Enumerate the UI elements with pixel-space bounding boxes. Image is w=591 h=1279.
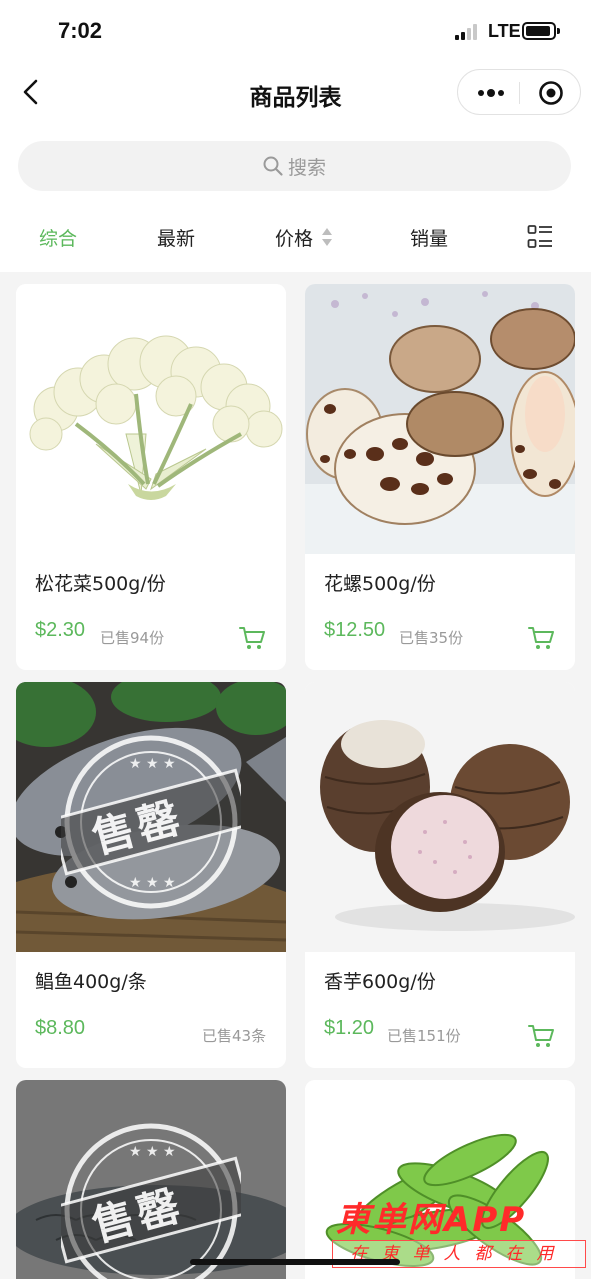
sort-arrows-icon[interactable] (321, 226, 333, 248)
product-price: $1.20 (324, 1017, 375, 1039)
close-miniapp-icon[interactable] (538, 80, 564, 106)
product-name: 花螺500g/份 (324, 573, 436, 595)
signal-icon (455, 24, 481, 40)
product-price: $8.80 (35, 1017, 86, 1039)
product-sold-count: 已售35份 (399, 629, 464, 647)
tab-newest[interactable]: 最新 (157, 224, 195, 251)
battery-icon (522, 22, 560, 40)
network-label: LTE (488, 21, 521, 41)
home-indicator (190, 1259, 400, 1265)
capsule-divider (519, 82, 520, 104)
product-sold-count: 已售43条 (202, 1027, 267, 1045)
search-bar[interactable]: 搜索 (18, 141, 571, 191)
watermark-app: APP (444, 1200, 527, 1240)
tab-comprehensive[interactable]: 综合 (39, 224, 77, 251)
product-card[interactable]: 花螺500g/份 $12.50 已售35份 (305, 284, 575, 670)
product-card[interactable]: 松花菜500g/份 $2.30 已售94份 (16, 284, 286, 670)
watermark-title: 東单网 (336, 1200, 444, 1240)
search-icon (262, 155, 284, 177)
more-icon[interactable] (476, 83, 506, 103)
product-image-taro[interactable] (305, 682, 575, 952)
product-price: $2.30 (35, 619, 86, 641)
product-card[interactable]: ★ ★ ★ ★ ★ ★ 售罄 鲳鱼400g/条 $8.80 已售43条 (16, 682, 286, 1068)
miniapp-capsule (457, 69, 581, 115)
nav-bar: 商品列表 (0, 62, 591, 122)
search-section: 搜索 (0, 122, 591, 208)
svg-text:★ ★ ★: ★ ★ ★ (129, 875, 176, 891)
add-to-cart-icon[interactable] (238, 625, 266, 651)
list-layout-icon[interactable] (527, 224, 553, 250)
product-image-pomfret[interactable]: ★ ★ ★ ★ ★ ★ 售罄 (16, 682, 286, 952)
status-time: 7:02 (58, 18, 103, 43)
sort-bar: 综合 最新 价格 销量 (0, 208, 591, 272)
product-card[interactable]: ★ ★ ★ 售罄 (16, 1080, 286, 1279)
product-sold-count: 已售151份 (387, 1027, 461, 1045)
add-to-cart-icon[interactable] (527, 625, 555, 651)
add-to-cart-icon[interactable] (527, 1023, 555, 1049)
product-image-cauliflower[interactable] (16, 284, 286, 554)
product-name: 鲳鱼400g/条 (35, 971, 147, 993)
product-price: $12.50 (324, 619, 386, 641)
product-card[interactable]: 香芋600g/份 $1.20 已售151份 (305, 682, 575, 1068)
status-bar: 7:02 LTE (0, 0, 591, 62)
svg-text:★ ★ ★: ★ ★ ★ (129, 756, 176, 772)
search-placeholder: 搜索 (288, 157, 327, 179)
tab-price[interactable]: 价格 (275, 224, 313, 251)
product-name: 香芋600g/份 (324, 971, 436, 993)
tab-sales[interactable]: 销量 (410, 224, 448, 251)
product-image-carp[interactable]: ★ ★ ★ 售罄 (16, 1080, 286, 1279)
product-name: 松花菜500g/份 (35, 573, 166, 595)
product-sold-count: 已售94份 (100, 629, 165, 647)
product-image-snails[interactable] (305, 284, 575, 554)
svg-text:★ ★ ★: ★ ★ ★ (129, 1144, 176, 1160)
